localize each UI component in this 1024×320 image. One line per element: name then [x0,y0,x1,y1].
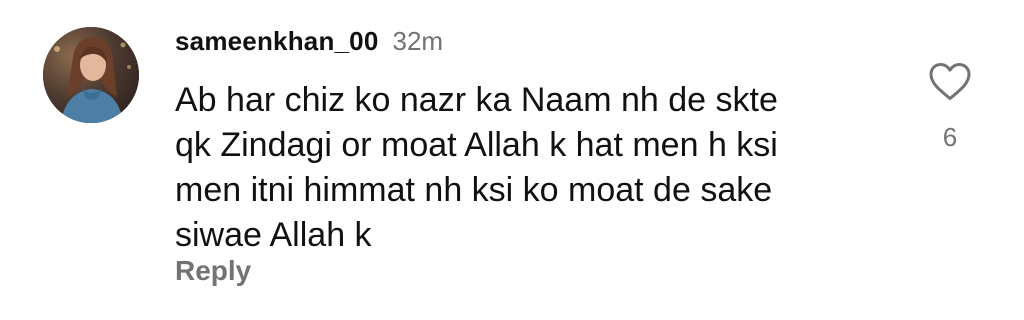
comment-text: Ab har chiz ko nazr ka Naam nh de skte q… [175,78,895,258]
reply-button[interactable]: Reply [175,255,251,287]
like-control: 6 [925,60,975,153]
comment-text-line: men itni himmat nh ksi ko moat de sake [175,171,773,209]
username-link[interactable]: sameenkhan_00 [175,26,379,57]
comment-header: sameenkhan_00 32m [175,26,443,58]
comment-text-line: Ab har chiz ko nazr ka Naam nh de skte [175,81,778,119]
comment-timestamp: 32m [392,26,444,56]
avatar-photo [43,27,139,123]
comment-text-line: siwae Allah k [175,216,372,254]
comment-item: sameenkhan_00 32m Ab har chiz ko nazr ka… [0,0,1024,320]
comment-text-line: qk Zindagi or moat Allah k hat men h ksi [175,126,778,164]
like-count: 6 [942,122,958,152]
heart-outline-icon[interactable] [927,60,973,102]
avatar[interactable] [43,27,139,123]
